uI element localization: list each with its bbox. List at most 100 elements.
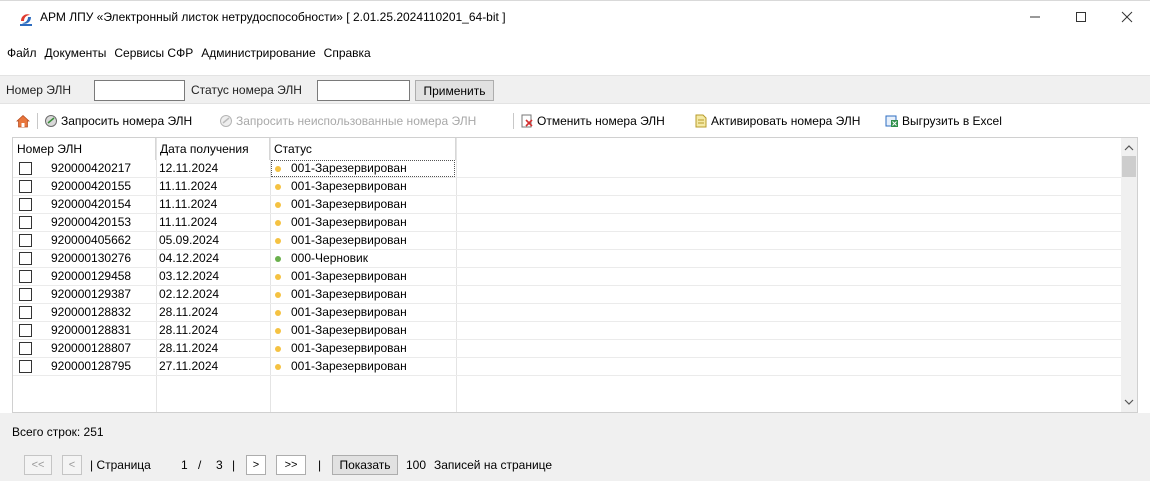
- current-page: 1: [181, 458, 188, 472]
- date-cell: 12.11.2024: [159, 161, 219, 175]
- home-icon: [16, 114, 30, 128]
- export-excel-button[interactable]: Выгрузить в Excel: [885, 112, 1002, 130]
- excel-export-icon: [885, 114, 899, 128]
- pagination-footer: Всего строк: 251 << < | Страница 1 / 3 |…: [0, 413, 1150, 481]
- status-dot-icon: [275, 256, 281, 262]
- first-page-button[interactable]: <<: [24, 455, 52, 475]
- maximize-button[interactable]: [1058, 1, 1104, 33]
- row-checkbox[interactable]: [19, 180, 32, 193]
- row-checkbox[interactable]: [19, 270, 32, 283]
- date-cell: 11.11.2024: [159, 215, 218, 229]
- row-checkbox[interactable]: [19, 216, 32, 229]
- column-header-date[interactable]: Дата получения: [156, 138, 270, 160]
- status-dot-icon: [275, 274, 281, 280]
- status-cell: 001-Зарезервирован: [291, 269, 407, 283]
- table-row[interactable]: 920000128795 27.11.2024 001-Зарезервирован: [13, 358, 1123, 376]
- show-button[interactable]: Показать: [332, 455, 398, 475]
- eln-number-cell: 920000420155: [51, 179, 132, 193]
- toolbar-separator: [513, 113, 514, 129]
- eln-number-cell: 920000130276: [51, 251, 132, 265]
- menu-sfr-services[interactable]: Сервисы СФР: [111, 44, 196, 62]
- row-checkbox[interactable]: [19, 306, 32, 319]
- status-cell: 001-Зарезервирован: [291, 197, 407, 211]
- row-checkbox[interactable]: [19, 360, 32, 373]
- status-cell: 001-Зарезервирован: [291, 215, 407, 229]
- column-header-status[interactable]: Статус: [270, 138, 456, 160]
- activate-eln-button[interactable]: Активировать номера ЭЛН: [694, 112, 860, 130]
- activate-doc-icon: [694, 114, 708, 128]
- menu-help[interactable]: Справка: [321, 44, 374, 62]
- table-row[interactable]: 920000128807 28.11.2024 001-Зарезервирован: [13, 340, 1123, 358]
- status-cell: 001-Зарезервирован: [291, 305, 407, 319]
- row-checkbox[interactable]: [19, 234, 32, 247]
- records-per-page-value[interactable]: 100: [406, 458, 426, 472]
- eln-number-cell: 920000128832: [51, 305, 132, 319]
- page-suffix: |: [232, 458, 236, 472]
- cancel-eln-button[interactable]: Отменить номера ЭЛН: [520, 112, 665, 130]
- status-dot-icon: [275, 364, 281, 370]
- eln-number-cell: 920000420153: [51, 215, 132, 229]
- status-dot-icon: [275, 292, 281, 298]
- scroll-up-icon[interactable]: [1124, 141, 1134, 155]
- request-unused-icon: [219, 114, 233, 128]
- window-title: АРМ ЛПУ «Электронный листок нетрудоспосо…: [40, 10, 506, 24]
- table-row[interactable]: 920000129458 03.12.2024 001-Зарезервирован: [13, 268, 1123, 286]
- eln-number-cell: 920000405662: [51, 233, 132, 247]
- table-row[interactable]: 920000420155 11.11.2024 001-Зарезервирован: [13, 178, 1123, 196]
- row-checkbox[interactable]: [19, 198, 32, 211]
- row-checkbox[interactable]: [19, 324, 32, 337]
- status-dot-icon: [275, 310, 281, 316]
- status-dot-icon: [275, 238, 281, 244]
- home-button[interactable]: [16, 112, 33, 130]
- menu-bar: Файл Документы Сервисы СФР Администриров…: [0, 44, 374, 62]
- menu-administration[interactable]: Администрирование: [198, 44, 318, 62]
- scrollbar-thumb[interactable]: [1122, 156, 1136, 177]
- column-header-eln-number[interactable]: Номер ЭЛН: [13, 138, 156, 160]
- menu-file[interactable]: Файл: [4, 44, 40, 62]
- table-row[interactable]: 920000420154 11.11.2024 001-Зарезервирован: [13, 196, 1123, 214]
- eln-number-input[interactable]: [94, 80, 185, 101]
- status-cell: 001-Зарезервирован: [291, 179, 407, 193]
- eln-status-input[interactable]: [317, 80, 410, 101]
- row-checkbox[interactable]: [19, 342, 32, 355]
- request-eln-button[interactable]: Запросить номера ЭЛН: [44, 112, 192, 130]
- page-separator: /: [198, 458, 202, 472]
- scroll-down-icon[interactable]: [1124, 395, 1134, 409]
- table-row[interactable]: 920000420153 11.11.2024 001-Зарезервирован: [13, 214, 1123, 232]
- date-cell: 11.11.2024: [159, 197, 218, 211]
- apply-button[interactable]: Применить: [415, 80, 494, 101]
- status-cell: 001-Зарезервирован: [291, 233, 407, 247]
- date-cell: 02.12.2024: [159, 287, 220, 301]
- menu-documents[interactable]: Документы: [42, 44, 110, 62]
- date-cell: 28.11.2024: [159, 341, 219, 355]
- cancel-doc-icon: [520, 114, 534, 128]
- prev-page-button[interactable]: <: [62, 455, 82, 475]
- close-button[interactable]: [1104, 1, 1150, 33]
- status-cell: 001-Зарезервирован: [291, 287, 407, 301]
- row-checkbox[interactable]: [19, 162, 32, 175]
- table-row[interactable]: 920000128831 28.11.2024 001-Зарезервирован: [13, 322, 1123, 340]
- filter-bar: Номер ЭЛН Статус номера ЭЛН Применить: [0, 75, 1150, 104]
- pipe-separator: |: [318, 458, 322, 472]
- request-unused-eln-button[interactable]: Запросить неиспользованные номера ЭЛН: [219, 112, 476, 130]
- date-cell: 11.11.2024: [159, 179, 218, 193]
- last-page-button[interactable]: >>: [276, 455, 306, 475]
- table-row[interactable]: 920000420217 12.11.2024 001-Зарезервирован: [13, 160, 1123, 178]
- total-pages: 3: [216, 458, 223, 472]
- eln-number-cell: 920000420154: [51, 197, 132, 211]
- minimize-button[interactable]: [1012, 1, 1058, 33]
- row-checkbox[interactable]: [19, 252, 32, 265]
- total-rows-label: Всего строк: 251: [12, 425, 104, 439]
- row-checkbox[interactable]: [19, 288, 32, 301]
- status-dot-icon: [275, 184, 281, 190]
- table-row[interactable]: 920000130276 04.12.2024 000-Черновик: [13, 250, 1123, 268]
- eln-number-cell: 920000420217: [51, 161, 132, 175]
- eln-number-label: Номер ЭЛН: [6, 83, 72, 97]
- table-row[interactable]: 920000405662 05.09.2024 001-Зарезервирован: [13, 232, 1123, 250]
- date-cell: 03.12.2024: [159, 269, 220, 283]
- next-page-button[interactable]: >: [246, 455, 266, 475]
- table-row[interactable]: 920000128832 28.11.2024 001-Зарезервирован: [13, 304, 1123, 322]
- vertical-scrollbar[interactable]: [1121, 138, 1137, 412]
- table-row[interactable]: 920000129387 02.12.2024 001-Зарезервирован: [13, 286, 1123, 304]
- table-body: 920000420217 12.11.2024 001-Зарезервирован…: [13, 160, 1123, 376]
